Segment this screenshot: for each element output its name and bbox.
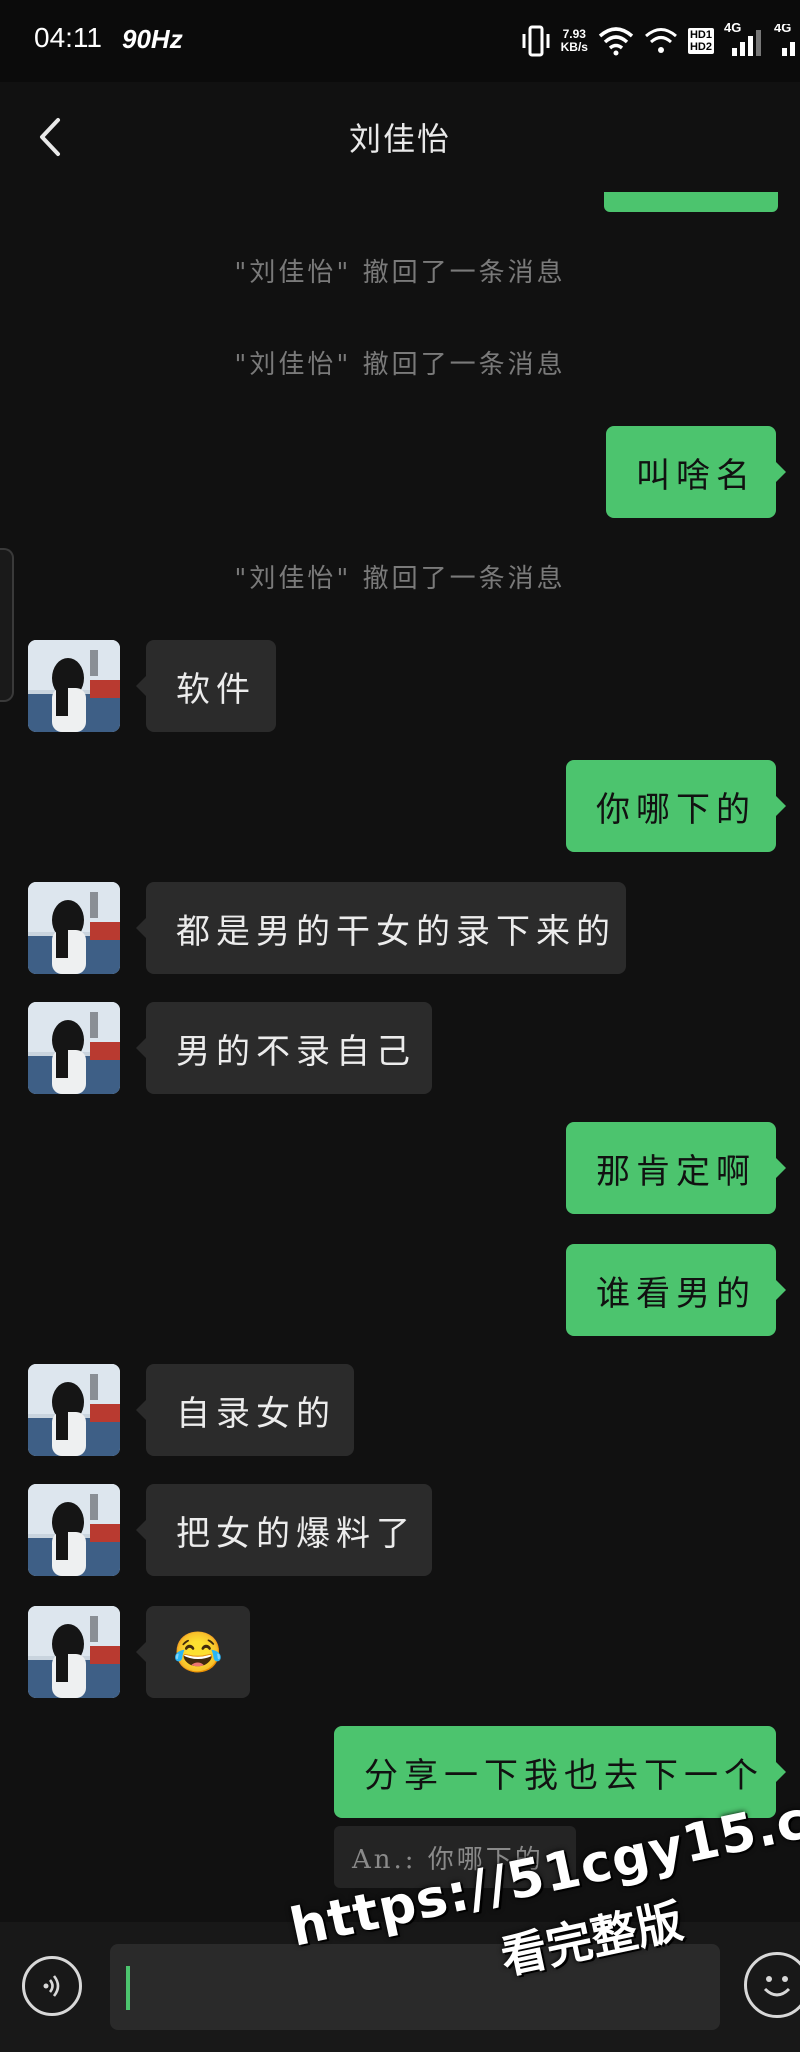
signal-1: 4G [724, 20, 764, 58]
avatar[interactable] [28, 1002, 120, 1094]
emoji-icon [763, 1976, 791, 1997]
signal-icon [732, 30, 761, 56]
chat-title[interactable]: 刘佳怡 [0, 114, 800, 160]
avatar-image [28, 1606, 120, 1698]
message-bubble-other[interactable]: 都是男的干女的录下来的 [136, 882, 626, 974]
emoji-button[interactable] [744, 1952, 800, 2018]
message-bubble-self[interactable]: 你哪下的 [566, 760, 786, 852]
avatar-image [28, 882, 120, 974]
voice-button[interactable] [22, 1956, 82, 2016]
message-bubble-other[interactable]: 把女的爆料了 [136, 1484, 432, 1576]
signal-2: 4G [774, 24, 798, 58]
wifi-icon [598, 27, 634, 56]
avatar-image [28, 1364, 120, 1456]
message-bubble-other[interactable]: 软件 [136, 640, 276, 732]
voice-icon [43, 1975, 60, 1997]
recall-notice: "刘佳怡" 撤回了一条消息 [234, 258, 566, 288]
avatar[interactable] [28, 1606, 120, 1698]
hd-badge: HD1 HD2 [687, 28, 714, 54]
status-time: 04:11 [34, 22, 102, 53]
vibrate-icon [522, 25, 550, 57]
recall-notice: "刘佳怡" 撤回了一条消息 [234, 350, 566, 380]
message-bubble-other[interactable]: 😂 [136, 1606, 250, 1698]
avatar-image [28, 1484, 120, 1576]
message-bubble-self[interactable]: 叫啥名 [606, 426, 786, 518]
quoted-message[interactable]: An.: 你哪下的 [334, 1826, 576, 1888]
message-bubble-self[interactable]: 那肯定啊 [566, 1122, 786, 1214]
avatar-image [28, 640, 120, 732]
hd2-label: HD2 [689, 41, 712, 53]
message-bubble-other[interactable]: 自录女的 [136, 1364, 354, 1456]
status-icons: 7.93 KB/s HD1 HD2 4G 4G [521, 18, 800, 64]
avatar[interactable] [28, 640, 120, 732]
hd1-label: HD1 [689, 29, 712, 41]
chat-header: 刘佳怡 [0, 82, 800, 192]
message-bubble-self[interactable]: 分享一下我也去下一个 [334, 1726, 786, 1818]
message-bubble-self[interactable]: 谁看男的 [566, 1244, 786, 1336]
text-cursor [126, 1966, 130, 2010]
recall-notice: "刘佳怡" 撤回了一条消息 [234, 564, 566, 594]
net-speed: 7.93 KB/s [561, 28, 588, 54]
net-speed-unit: KB/s [560, 40, 588, 54]
partial-message-bubble[interactable] [604, 192, 778, 212]
laughing-emoji-icon: 😂 [173, 1629, 223, 1676]
input-bar [0, 1922, 800, 2052]
avatar[interactable] [28, 882, 120, 974]
avatar[interactable] [28, 1484, 120, 1576]
message-bubble-other[interactable]: 男的不录自己 [136, 1002, 432, 1094]
avatar-image [28, 1002, 120, 1094]
avatar[interactable] [28, 1364, 120, 1456]
message-input[interactable] [110, 1944, 720, 2030]
hotspot-wifi-icon [645, 28, 677, 53]
status-bar: 04:11 90Hz 7.93 KB/s HD1 HD2 4G 4G [0, 0, 800, 82]
status-refresh-rate: 90Hz [122, 24, 183, 54]
signal-icon-2 [782, 42, 795, 56]
